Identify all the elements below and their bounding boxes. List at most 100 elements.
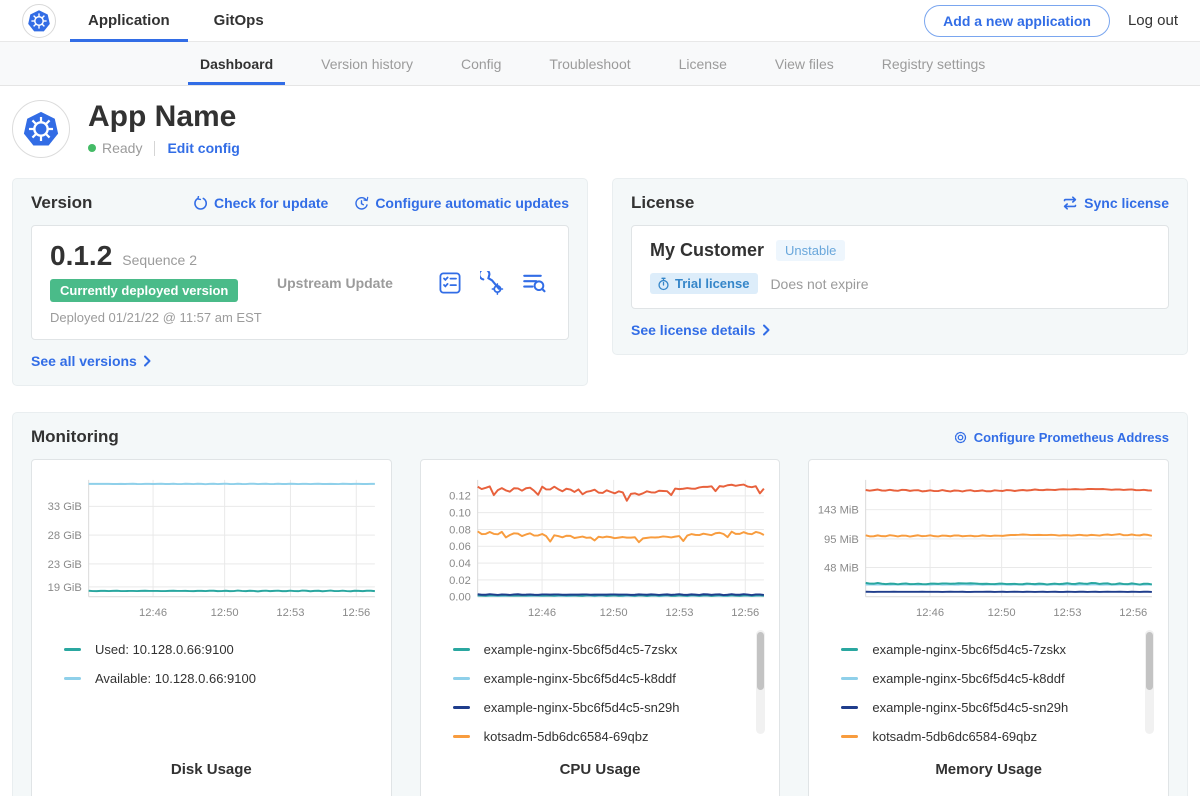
- legend-color-dash: [841, 706, 858, 709]
- legend-item: kotsadm-5db6dc6584-69qbz: [453, 729, 758, 744]
- license-card: License Sync license My Customer Unstabl…: [612, 178, 1188, 355]
- license-summary: My Customer Unstable Trial license Does …: [631, 225, 1169, 309]
- svg-text:19 GiB: 19 GiB: [48, 582, 82, 594]
- svg-text:12:53: 12:53: [665, 607, 693, 619]
- deploy-logs-icon[interactable]: [522, 271, 546, 295]
- legend-item: Available: 10.128.0.66:9100: [64, 671, 369, 686]
- legend-label: Available: 10.128.0.66:9100: [95, 671, 256, 686]
- legend-label: example-nginx-5bc6f5d4c5-7zskx: [872, 642, 1066, 657]
- tab-version-history[interactable]: Version history: [297, 42, 437, 85]
- svg-text:0.02: 0.02: [449, 575, 471, 587]
- svg-text:12:53: 12:53: [1054, 607, 1082, 619]
- legend-item: example-nginx-5bc6f5d4c5-sn29h: [453, 700, 758, 715]
- see-license-details-link[interactable]: See license details: [631, 322, 771, 338]
- legend-label: example-nginx-5bc6f5d4c5-sn29h: [484, 700, 680, 715]
- legend-item: example-nginx-5bc6f5d4c5-7zskx: [841, 642, 1146, 657]
- svg-text:0.00: 0.00: [449, 592, 471, 604]
- monitoring-card: Monitoring Configure Prometheus Address …: [12, 412, 1188, 796]
- svg-text:12:50: 12:50: [599, 607, 627, 619]
- configure-prometheus-link[interactable]: Configure Prometheus Address: [953, 430, 1169, 445]
- svg-text:28 GiB: 28 GiB: [48, 530, 82, 542]
- top-nav: Application GitOps Add a new application…: [0, 0, 1200, 42]
- check-for-update-link[interactable]: Check for update: [193, 195, 328, 211]
- svg-text:95 MiB: 95 MiB: [824, 534, 859, 546]
- legend-color-dash: [453, 735, 470, 738]
- gear-icon: [953, 430, 968, 445]
- add-new-application-button[interactable]: Add a new application: [924, 5, 1110, 37]
- legend-label: Used: 10.128.0.66:9100: [95, 642, 234, 657]
- legend-label: example-nginx-5bc6f5d4c5-sn29h: [872, 700, 1068, 715]
- disk-usage-chart: 33 GiB28 GiB23 GiB19 GiB12:4612:5012:531…: [40, 470, 383, 628]
- tab-gitops[interactable]: GitOps: [210, 0, 268, 41]
- config-wrench-icon[interactable]: [480, 271, 504, 295]
- svg-text:33 GiB: 33 GiB: [48, 501, 82, 513]
- svg-text:12:56: 12:56: [342, 607, 370, 619]
- legend-color-dash: [841, 648, 858, 651]
- preflight-checks-icon[interactable]: [438, 271, 462, 295]
- legend-label: example-nginx-5bc6f5d4c5-7zskx: [484, 642, 678, 657]
- svg-text:23 GiB: 23 GiB: [48, 559, 82, 571]
- disk-usage-chart-card: 33 GiB28 GiB23 GiB19 GiB12:4612:5012:531…: [31, 459, 392, 796]
- legend-color-dash: [64, 677, 81, 680]
- disk-usage-title: Disk Usage: [40, 761, 383, 790]
- svg-text:48 MiB: 48 MiB: [824, 562, 859, 574]
- legend-item: example-nginx-5bc6f5d4c5-sn29h: [841, 700, 1146, 715]
- legend-scrollbar[interactable]: [1145, 630, 1154, 734]
- legend-item: example-nginx-5bc6f5d4c5-k8ddf: [453, 671, 758, 686]
- version-number: 0.1.2: [50, 240, 112, 272]
- chevron-right-icon: [143, 355, 152, 367]
- sync-icon: [1062, 196, 1078, 210]
- legend-label: kotsadm-5db6dc6584-69qbz: [872, 729, 1037, 744]
- tab-troubleshoot[interactable]: Troubleshoot: [525, 42, 654, 85]
- svg-text:12:46: 12:46: [139, 607, 167, 619]
- svg-text:12:50: 12:50: [988, 607, 1016, 619]
- log-out-button[interactable]: Log out: [1128, 12, 1178, 29]
- version-card: Version Check for update Configure autom…: [12, 178, 588, 386]
- cpu-usage-chart: 0.120.100.080.060.040.020.0012:4612:5012…: [429, 470, 772, 628]
- license-card-title: License: [631, 193, 694, 213]
- app-header: App Name Ready Edit config: [0, 86, 1200, 168]
- tab-dashboard[interactable]: Dashboard: [176, 42, 297, 85]
- sync-license-link[interactable]: Sync license: [1062, 195, 1169, 211]
- legend-item: example-nginx-5bc6f5d4c5-k8ddf: [841, 671, 1146, 686]
- monitoring-title: Monitoring: [31, 427, 119, 447]
- currently-deployed-badge: Currently deployed version: [50, 279, 238, 302]
- clock-refresh-icon: [354, 196, 369, 211]
- cpu-usage-legend: example-nginx-5bc6f5d4c5-7zskx example-ng…: [429, 628, 772, 761]
- kubernetes-app-icon: [22, 110, 60, 148]
- configure-automatic-updates-link[interactable]: Configure automatic updates: [354, 195, 569, 211]
- memory-usage-chart: 143 MiB 95 MiB 48 MiB 12:46 12:50 12:53 12:56: [817, 470, 1160, 628]
- memory-usage-title: Memory Usage: [817, 761, 1160, 790]
- kubernetes-logo: [22, 4, 56, 38]
- chevron-right-icon: [762, 324, 771, 336]
- divider: [154, 141, 155, 156]
- legend-color-dash: [841, 677, 858, 680]
- svg-text:143 MiB: 143 MiB: [818, 505, 859, 517]
- stopwatch-icon: [657, 277, 670, 291]
- svg-text:12:46: 12:46: [528, 607, 556, 619]
- tab-application[interactable]: Application: [84, 0, 174, 41]
- svg-text:12:56: 12:56: [731, 607, 759, 619]
- svg-text:12:46: 12:46: [916, 607, 944, 619]
- edit-config-link[interactable]: Edit config: [167, 140, 239, 156]
- status-dot: [88, 144, 96, 152]
- page-title: App Name: [88, 100, 240, 133]
- legend-color-dash: [453, 677, 470, 680]
- scrollbar-thumb[interactable]: [1146, 632, 1153, 690]
- license-type-badge: Trial license: [650, 273, 758, 294]
- license-expiration: Does not expire: [770, 276, 868, 292]
- tab-license[interactable]: License: [655, 42, 751, 85]
- tab-view-files[interactable]: View files: [751, 42, 858, 85]
- svg-text:12:50: 12:50: [211, 607, 239, 619]
- svg-text:12:56: 12:56: [1120, 607, 1148, 619]
- memory-usage-chart-card: 143 MiB95 MiB48 MiB12:4612:5012:5312:56 …: [808, 459, 1169, 796]
- legend-label: example-nginx-5bc6f5d4c5-k8ddf: [872, 671, 1064, 686]
- version-card-title: Version: [31, 193, 92, 213]
- tab-config[interactable]: Config: [437, 42, 525, 85]
- legend-scrollbar[interactable]: [756, 630, 765, 734]
- status-text: Ready: [102, 140, 142, 156]
- cpu-usage-title: CPU Usage: [429, 761, 772, 790]
- scrollbar-thumb[interactable]: [757, 632, 764, 690]
- tab-registry-settings[interactable]: Registry settings: [858, 42, 1009, 85]
- see-all-versions-link[interactable]: See all versions: [31, 353, 152, 369]
